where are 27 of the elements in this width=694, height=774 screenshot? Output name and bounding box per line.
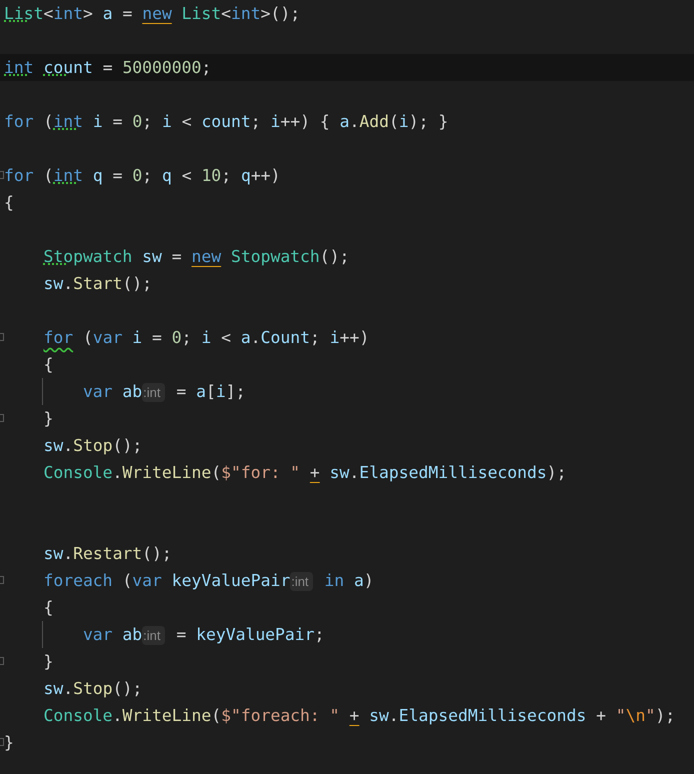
fold-marker-icon[interactable]	[0, 657, 4, 665]
fold-marker-icon[interactable]	[0, 171, 4, 179]
fold-marker-icon[interactable]	[0, 738, 4, 746]
code-line: }	[43, 408, 54, 430]
code-line: sw.Stop();	[43, 435, 142, 457]
fold-marker-icon[interactable]	[0, 576, 4, 584]
code-line: foreach (var keyValuePair:int in a)	[43, 570, 374, 592]
code-line: {	[43, 354, 54, 376]
code-line: Stopwatch sw = new Stopwatch();	[43, 246, 350, 268]
code-line: }	[4, 732, 14, 754]
code-line: Console.WriteLine($"for: " + sw.ElapsedMilliseconds);	[43, 462, 567, 484]
code-line: {	[4, 192, 14, 214]
code-line: for (int q = 0; q < 10; q++)	[4, 165, 280, 187]
code-line: }	[43, 651, 54, 673]
code-line: for (var i = 0; i < a.Count; i++)	[43, 327, 370, 349]
code-line: sw.Start();	[43, 273, 152, 295]
fold-marker-icon[interactable]	[0, 414, 4, 422]
code-line: var ab:int = keyValuePair;	[82, 624, 324, 646]
code-line: {	[43, 597, 54, 619]
code-line: Console.WriteLine($"foreach: " + sw.ElapsedMilliseconds + "\n");	[43, 705, 676, 727]
code-line: sw.Restart();	[43, 543, 172, 565]
fold-marker-icon[interactable]	[0, 333, 4, 341]
code-line: var ab:int = a[i];	[82, 380, 246, 404]
code-line: int count = 50000000;	[4, 57, 212, 79]
code-line: sw.Stop();	[43, 678, 142, 700]
code-line: List<int> a = new List<int>();	[4, 3, 300, 25]
code-line: for (int i = 0; i < count; i++) { a.Add(i); }	[4, 111, 448, 133]
